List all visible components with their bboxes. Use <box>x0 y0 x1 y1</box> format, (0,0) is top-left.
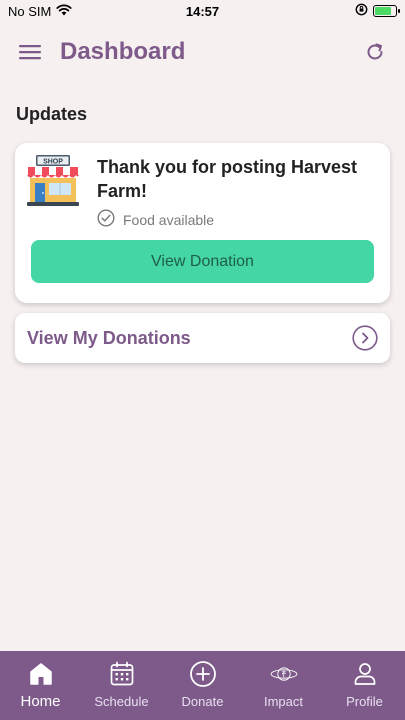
shop-icon: SHOP <box>25 153 81 209</box>
tab-impact-label: Impact <box>263 694 303 709</box>
person-icon <box>351 660 379 688</box>
status-left: No SIM <box>8 4 72 19</box>
food-status: Food available <box>97 209 214 230</box>
shop-sign-text: SHOP <box>43 159 63 166</box>
tab-donate-label: Donate <box>181 694 224 709</box>
wifi-icon <box>56 3 72 19</box>
status-bar: No SIM 14:57 <box>0 0 405 22</box>
update-card: SHOP Thank you for posting Harvest Farm! <box>15 143 390 303</box>
update-message: Thank you for posting Harvest Farm! <box>97 157 358 201</box>
calendar-icon <box>108 660 136 688</box>
tab-profile[interactable]: Profile <box>324 660 405 709</box>
tab-donate[interactable]: Donate <box>162 660 243 709</box>
tab-home[interactable]: Home <box>0 660 81 710</box>
app-header: Dashboard <box>0 28 405 76</box>
tab-profile-label: Profile <box>346 694 383 709</box>
tab-home-label: Home <box>20 693 61 710</box>
home-icon <box>27 660 55 688</box>
view-my-donations-label: View My Donations <box>27 327 191 348</box>
updates-section-title: Updates <box>16 104 88 124</box>
food-status-label: Food available <box>123 211 215 228</box>
view-my-donations-button[interactable]: View My Donations <box>15 313 390 363</box>
plus-circle-icon <box>189 660 217 688</box>
refresh-icon[interactable] <box>361 38 389 66</box>
battery-icon <box>373 5 400 17</box>
chevron-right-circle-icon <box>352 325 378 351</box>
hamburger-menu-icon[interactable] <box>16 38 44 66</box>
status-right <box>355 3 400 19</box>
tab-impact[interactable]: Impact <box>243 660 324 709</box>
orientation-lock-icon <box>355 3 368 19</box>
view-donation-button[interactable]: View Donation <box>31 240 374 283</box>
tab-schedule[interactable]: Schedule <box>81 660 162 709</box>
page-title: Dashboard <box>60 38 186 65</box>
carrier-label: No SIM <box>8 3 52 19</box>
planet-icon <box>270 660 298 688</box>
bottom-tab-bar: Home Schedule Donate Impact Profile <box>0 651 405 720</box>
check-circle-icon <box>97 209 115 230</box>
battery-fill <box>375 7 391 15</box>
tab-schedule-label: Schedule <box>94 694 149 709</box>
